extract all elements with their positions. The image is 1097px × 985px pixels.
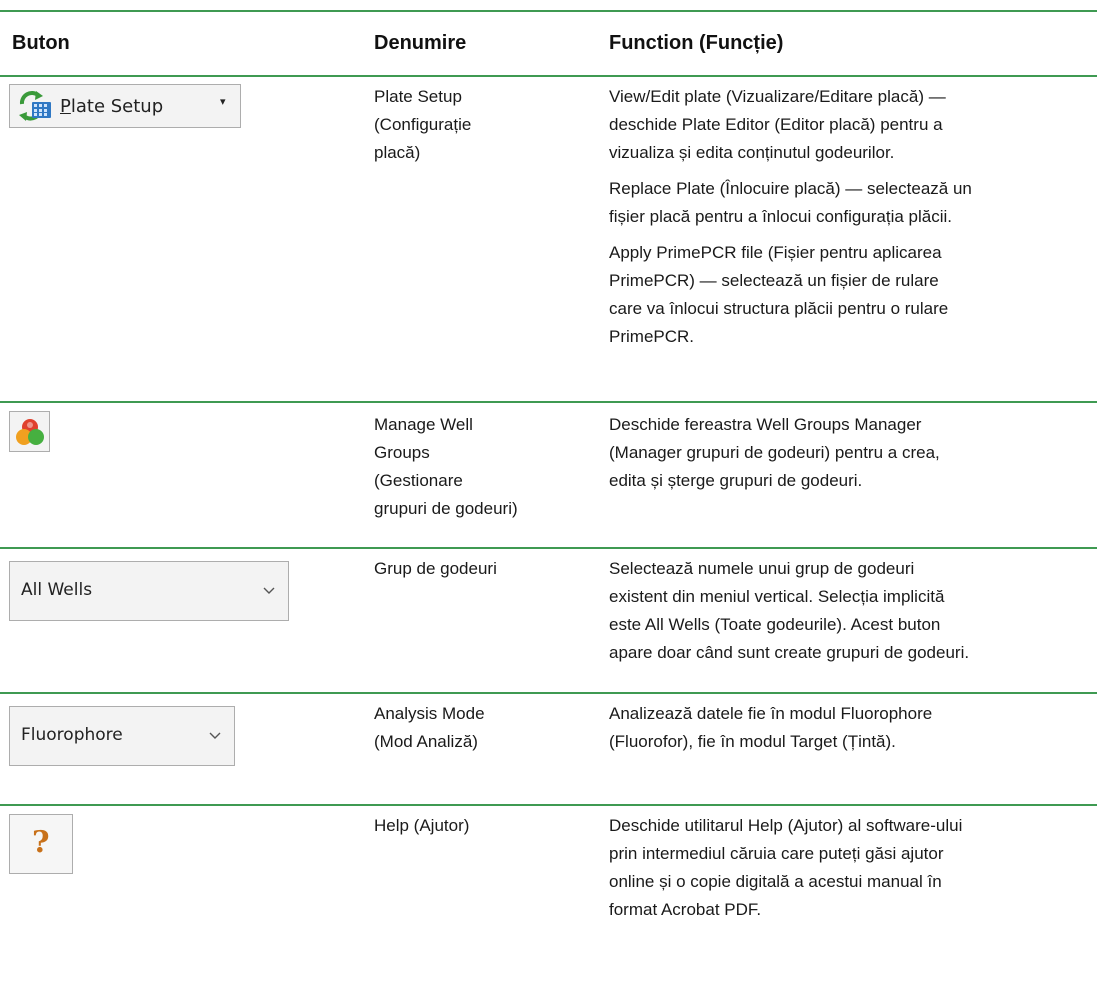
analysis-mode-select[interactable]: Fluorophore [9,706,235,766]
header-function: Function (Funcție) [609,32,784,54]
name-help: Help (Ajutor) [374,812,574,840]
name-line: (Gestionare [374,471,463,490]
button-reference-table: Buton Denumire Function (Funcție) Plate … [0,10,1097,946]
header-button: Buton [12,32,70,54]
name-line: (Configurație [374,115,472,134]
function-paragraph: Replace Plate (Înlocuire placă) — select… [609,175,1091,231]
well-group-select[interactable]: All Wells [9,561,289,621]
function-analysis-mode: Analizează datele fie în modul Fluoropho… [609,700,1091,756]
name-line: grupuri de godeuri) [374,499,518,518]
function-line: View/Edit plate (Vizualizare/Editare pla… [609,87,946,106]
function-line: Deschide utilitarul Help (Ajutor) al sof… [609,816,963,835]
function-line: Replace Plate (Înlocuire placă) — select… [609,179,972,198]
name-line: Manage Well [374,415,473,434]
function-line: online și o copie digitală a acestui man… [609,872,942,891]
chevron-down-icon [209,732,221,739]
function-line: PrimePCR. [609,327,695,346]
function-line: apare doar când sunt create grupuri de g… [609,643,970,662]
function-line: fișier placă pentru a înlocui configuraț… [609,207,953,226]
function-line: prin intermediul căruia care puteți găsi… [609,844,944,863]
dropdown-arrow-icon: ▾ [220,95,226,108]
function-line: Analizează datele fie în modul Fluoropho… [609,704,933,723]
function-line: PrimePCR) — selectează un fișier de rula… [609,271,939,290]
function-well-group: Selectează numele unui grup de godeuri e… [609,555,1091,667]
plate-setup-button[interactable]: Plate Setup ▾ [9,84,241,128]
table-row-manage-well-groups: Manage Well Groups (Gestionare grupuri d… [0,403,1097,547]
help-icon: ? [32,825,50,860]
analysis-mode-select-value: Fluorophore [21,725,123,745]
name-line: Groups [374,443,430,462]
function-line: (Fluorofor), fie în modul Target (Țintă)… [609,732,896,751]
help-button[interactable]: ? [9,814,73,874]
well-groups-icon [16,419,44,445]
well-group-select-value: All Wells [21,580,93,600]
table-row-well-group: All Wells Grup de godeuri Selectează num… [0,549,1097,692]
function-paragraph: View/Edit plate (Vizualizare/Editare pla… [609,83,1091,167]
name-line: placă) [374,143,421,162]
function-line: este All Wells (Toate godeurile). Acest … [609,615,941,634]
manage-well-groups-button[interactable] [9,411,50,452]
table-header: Buton Denumire Function (Funcție) [0,12,1097,75]
name-line: Plate Setup [374,87,462,106]
function-line: deschide Plate Editor (Editor placă) pen… [609,115,943,134]
plate-setup-icon [19,91,51,121]
function-line: Apply PrimePCR file (Fișier pentru aplic… [609,243,942,262]
table-row-plate-setup: Plate Setup ▾ Plate Setup (Configurație … [0,77,1097,401]
name-plate-setup: Plate Setup (Configurație placă) [374,83,574,167]
function-line: Selectează numele unui grup de godeuri [609,559,915,578]
function-line: edita și șterge grupuri de godeuri. [609,471,863,490]
function-line: format Acrobat PDF. [609,900,762,919]
function-plate-setup: View/Edit plate (Vizualizare/Editare pla… [609,83,1091,359]
function-line: care va înlocui structura plăcii pentru … [609,299,949,318]
function-manage-well-groups: Deschide fereastra Well Groups Manager (… [609,411,1091,495]
plate-setup-label: Plate Setup [60,96,164,117]
table-row-help: ? Help (Ajutor) Deschide utilitarul Help… [0,806,1097,946]
name-analysis-mode: Analysis Mode (Mod Analiză) [374,700,574,756]
name-line: Help (Ajutor) [374,816,470,835]
function-line: existent din meniul vertical. Selecția i… [609,587,945,606]
function-paragraph: Apply PrimePCR file (Fișier pentru aplic… [609,239,1091,351]
chevron-down-icon [263,587,275,594]
name-manage-well-groups: Manage Well Groups (Gestionare grupuri d… [374,411,574,523]
name-well-group: Grup de godeuri [374,555,574,583]
name-line: (Mod Analiză) [374,732,478,751]
function-line: (Manager grupuri de godeuri) pentru a cr… [609,443,940,462]
table-row-analysis-mode: Fluorophore Analysis Mode (Mod Analiză) … [0,694,1097,804]
function-help: Deschide utilitarul Help (Ajutor) al sof… [609,812,1091,924]
function-line: vizualiza și edita conținutul godeurilor… [609,143,895,162]
header-name: Denumire [374,32,467,54]
name-line: Analysis Mode [374,704,485,723]
name-line: Grup de godeuri [374,559,497,578]
function-line: Deschide fereastra Well Groups Manager [609,415,922,434]
